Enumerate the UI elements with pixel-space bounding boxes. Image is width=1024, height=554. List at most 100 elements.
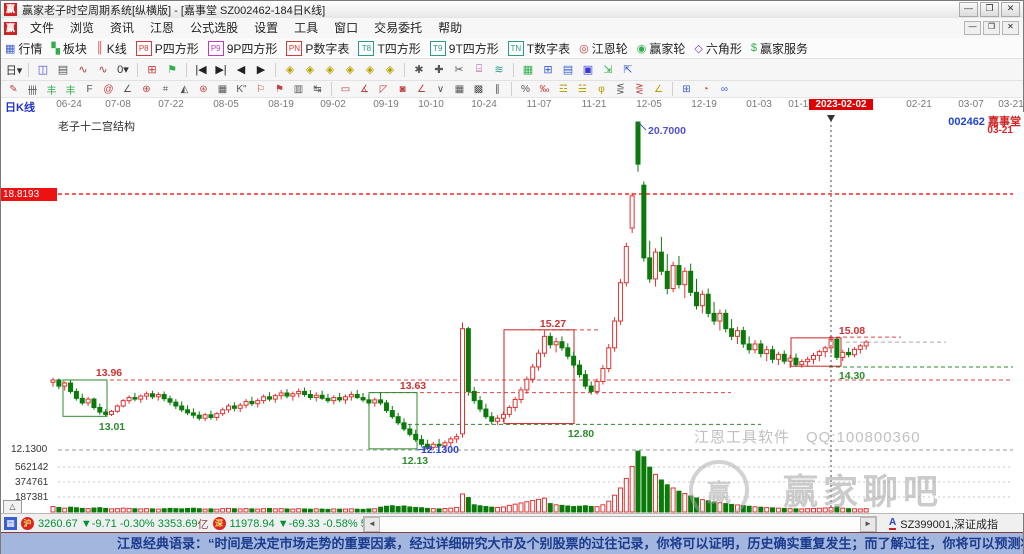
step-back-button[interactable]: ◀ — [232, 62, 250, 78]
period-day-dropdown[interactable]: 日▾ — [5, 62, 23, 78]
grid-table-tool[interactable]: ▦ — [451, 82, 468, 96]
menu-item-formula-pick[interactable]: 公式选股 — [182, 19, 246, 38]
speed-line-tool[interactable]: ∠ — [650, 82, 667, 96]
fence-tool[interactable]: ▥ — [290, 82, 307, 96]
menu-item-browse[interactable]: 浏览 — [62, 19, 102, 38]
step-forward-button[interactable]: ▶ — [252, 62, 270, 78]
winner-service-button[interactable]: $赢家服务 — [751, 40, 808, 57]
dark-frame-tool[interactable]: ▩ — [470, 82, 487, 96]
export-1-icon[interactable]: ⇲ — [599, 62, 617, 78]
protractor-tool[interactable]: ◭ — [176, 82, 193, 96]
overlay-kline-icon[interactable]: ⊞ — [143, 62, 161, 78]
p-square-button[interactable]: P8P四方形 — [136, 40, 199, 57]
flag-icon[interactable]: ⚑ — [163, 62, 181, 78]
table-icon[interactable]: ▦ — [4, 517, 17, 530]
current-index-label[interactable]: A SZ399001,深证成指 — [889, 514, 998, 533]
gann-grid-green2-tool[interactable]: 丰 — [62, 82, 79, 96]
gann-fan-tool[interactable]: ⊛ — [195, 82, 212, 96]
9p-square-button[interactable]: P99P四方形 — [208, 40, 278, 57]
menu-item-news[interactable]: 资讯 — [102, 19, 142, 38]
p-digit-table-button[interactable]: PNP数字表 — [286, 40, 349, 57]
info-panel-icon[interactable]: ▤ — [54, 62, 72, 78]
wave-line-icon[interactable]: ∿ — [74, 62, 92, 78]
stamp-tool-button[interactable]: ⌸ — [470, 62, 488, 78]
menu-item-trade[interactable]: 交易委托 — [366, 19, 430, 38]
shape-red-tool[interactable]: ◸ — [375, 82, 392, 96]
parallel-lines-tool[interactable]: ∥ — [489, 82, 506, 96]
infinity-tool[interactable]: ∞ — [716, 82, 733, 96]
pin-tool-2[interactable]: ⚑ — [271, 82, 288, 96]
jump-first-button[interactable]: |◀ — [192, 62, 210, 78]
angle-ruler-tool[interactable]: ∠ — [119, 82, 136, 96]
mdi-maximize-button[interactable]: ❐ — [983, 21, 1000, 35]
grid-n2-tool[interactable]: ⌗ — [157, 82, 174, 96]
check-lines-tool[interactable]: ∨ — [432, 82, 449, 96]
matrix-tool[interactable]: ▦ — [214, 82, 231, 96]
maximize-button[interactable]: ❐ — [980, 2, 999, 17]
pie-tool[interactable]: ◔ — [697, 82, 714, 96]
horizontal-scrollbar[interactable]: ◄ ► — [363, 516, 877, 533]
kline-chart-svg[interactable]: 20.700013.9613.0113.6312.130012.1315.271… — [1, 112, 1024, 513]
close-button[interactable]: ✕ — [1001, 2, 1020, 17]
pencil-tool[interactable]: ✎ — [5, 82, 22, 96]
t-digit-table-button[interactable]: TNT数字表 — [508, 40, 570, 57]
crosshair-tool-button[interactable]: ✚ — [430, 62, 448, 78]
gann-diamond-1-button[interactable]: ◈ — [281, 62, 299, 78]
h-arrows-tool[interactable]: ↹ — [309, 82, 326, 96]
tally-lines-tool[interactable]: 卌 — [24, 82, 41, 96]
t-square-button[interactable]: T8T四方形 — [358, 40, 420, 57]
gann-wheel-button[interactable]: ◎江恩轮 — [579, 40, 628, 57]
color-grid-tool[interactable]: ⊞ — [678, 82, 695, 96]
menu-item-gann[interactable]: 江恩 — [142, 19, 182, 38]
phi-ratio-tool[interactable]: φ — [593, 82, 610, 96]
scissors-tool-button[interactable]: ✂ — [450, 62, 468, 78]
permille-tool[interactable]: ‰ — [536, 82, 553, 96]
spiral-tool[interactable]: @ — [100, 82, 117, 96]
hexagon-button[interactable]: ◇六角形 — [694, 40, 741, 57]
gann-diamond-6-button[interactable]: ◈ — [381, 62, 399, 78]
mdi-close-button[interactable]: ✕ — [1002, 21, 1019, 35]
gold-section-2-tool[interactable]: ☱ — [574, 82, 591, 96]
fibo-retrace-2-tool[interactable]: ⋛ — [631, 82, 648, 96]
gann-diamond-4-button[interactable]: ◈ — [341, 62, 359, 78]
curve-tool-button[interactable]: ≋ — [490, 62, 508, 78]
calculator-icon[interactable]: ⊞ — [539, 62, 557, 78]
k-mark-tool[interactable]: K" — [233, 82, 250, 96]
box-select-tool[interactable]: ▭ — [337, 82, 354, 96]
kline-chart-area[interactable]: 20.700013.9613.0113.6312.130012.1315.271… — [1, 112, 1024, 513]
wave-line2-icon[interactable]: ∿ — [94, 62, 112, 78]
9t-square-button[interactable]: T99T四方形 — [430, 40, 499, 57]
letter-f-tool[interactable]: F — [81, 82, 98, 96]
minimize-button[interactable]: — — [959, 2, 978, 17]
menu-item-tools[interactable]: 工具 — [286, 19, 326, 38]
menu-item-window[interactable]: 窗口 — [326, 19, 366, 38]
calendar-icon[interactable]: ▦ — [519, 62, 537, 78]
quotes-button[interactable]: ▦行情 — [5, 40, 42, 57]
gann-diamond-2-button[interactable]: ◈ — [301, 62, 319, 78]
marker-dropdown[interactable]: 0▾ — [114, 62, 132, 78]
scroll-track[interactable] — [380, 517, 860, 532]
hand-tool-button[interactable]: ✱ — [410, 62, 428, 78]
menu-item-settings[interactable]: 设置 — [246, 19, 286, 38]
menu-item-file[interactable]: 文件 — [22, 19, 62, 38]
pattern-window-icon[interactable]: ◫ — [34, 62, 52, 78]
fibo-retrace-1-tool[interactable]: ⋚ — [612, 82, 629, 96]
mdi-minimize-button[interactable]: — — [964, 21, 981, 35]
scroll-right-button[interactable]: ► — [860, 517, 876, 532]
jump-last-button[interactable]: ▶| — [212, 62, 230, 78]
menu-item-help[interactable]: 帮助 — [430, 19, 470, 38]
gann-diamond-5-button[interactable]: ◈ — [361, 62, 379, 78]
circle-cross-tool[interactable]: ⊕ — [138, 82, 155, 96]
fan-red-tool[interactable]: ∡ — [356, 82, 373, 96]
save-icon[interactable]: ▣ — [579, 62, 597, 78]
winner-wheel-button[interactable]: ◉赢家轮 — [637, 40, 686, 57]
gann-grid-green-tool[interactable]: 丰 — [43, 82, 60, 96]
expand-pane-button[interactable]: △ — [3, 500, 22, 514]
kline-button[interactable]: ║K线 — [96, 40, 127, 57]
angle-lines-tool[interactable]: ∠ — [413, 82, 430, 96]
gann-diamond-3-button[interactable]: ◈ — [321, 62, 339, 78]
frame-red-tool[interactable]: ◙ — [394, 82, 411, 96]
gold-section-1-tool[interactable]: ☲ — [555, 82, 572, 96]
scroll-left-button[interactable]: ◄ — [364, 517, 380, 532]
pin-tool-1[interactable]: ⚐ — [252, 82, 269, 96]
